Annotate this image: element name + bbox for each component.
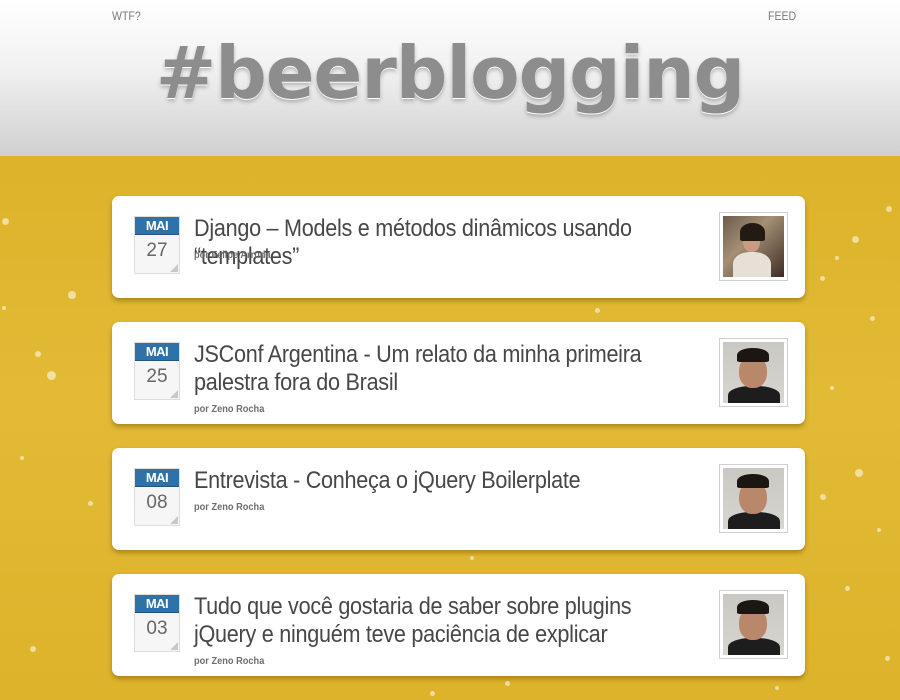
date-month: MAI: [135, 469, 179, 487]
shirt-shape: [728, 512, 780, 529]
page-fold-icon: [170, 264, 178, 272]
date-month: MAI: [135, 217, 179, 235]
date-day: 08: [146, 492, 168, 513]
bubble: [595, 308, 600, 313]
bubble: [470, 556, 474, 560]
post-author: por Zeno Rocha: [194, 655, 265, 667]
bubble: [430, 691, 435, 696]
date-badge: MAI 08: [134, 468, 180, 526]
date-badge: MAI 25: [134, 342, 180, 400]
post-author: por Felipe Arruda: [194, 249, 271, 261]
bubble: [820, 276, 825, 281]
date-month: MAI: [135, 343, 179, 361]
post-author: por Zeno Rocha: [194, 403, 265, 415]
page-fold-icon: [170, 516, 178, 524]
post-title-link[interactable]: Django – Models e métodos dinâmicos usan…: [194, 215, 671, 271]
author-photo-felipe-icon: [723, 216, 784, 277]
bubble: [35, 351, 41, 357]
author-photo-zeno-icon: [723, 594, 784, 655]
bubble: [820, 494, 826, 500]
bubble: [775, 686, 779, 690]
post-title-link[interactable]: Tudo que você gostaria de saber sobre pl…: [194, 593, 671, 649]
bubble: [877, 528, 881, 532]
post-title-link[interactable]: Entrevista - Conheça o jQuery Boilerplat…: [194, 467, 671, 495]
site-title[interactable]: #beerblogging: [0, 28, 900, 118]
bubble: [885, 656, 890, 661]
hair-shape: [737, 600, 769, 614]
author-photo-zeno-icon: [723, 342, 784, 403]
hair-shape: [740, 223, 765, 241]
author-avatar[interactable]: [719, 212, 788, 281]
post-author: por Zeno Rocha: [194, 501, 265, 513]
hair-shape: [737, 474, 769, 488]
author-photo-zeno-icon: [723, 468, 784, 529]
bubble: [88, 501, 93, 506]
bubble: [870, 316, 875, 321]
date-day: 25: [146, 366, 168, 387]
bubble: [852, 236, 859, 243]
bubble: [830, 386, 834, 390]
bubble: [2, 306, 6, 310]
post-card[interactable]: MAI 03 Tudo que você gostaria de saber s…: [112, 574, 805, 676]
post-card[interactable]: MAI 27 Django – Models e métodos dinâmic…: [112, 196, 805, 298]
site-header: WTF? FEED #beerblogging: [0, 0, 900, 156]
bubble: [855, 469, 863, 477]
page-fold-icon: [170, 390, 178, 398]
bubble: [68, 291, 76, 299]
bubble: [2, 218, 9, 225]
page-fold-icon: [170, 642, 178, 650]
hair-shape: [737, 348, 769, 362]
date-day: 03: [146, 618, 168, 639]
date-day: 27: [146, 240, 168, 261]
shirt-shape: [728, 638, 780, 655]
feed-link[interactable]: FEED: [768, 9, 796, 23]
post-card[interactable]: MAI 08 Entrevista - Conheça o jQuery Boi…: [112, 448, 805, 550]
shirt-shape: [733, 252, 771, 277]
bubble: [505, 681, 510, 686]
wtf-link[interactable]: WTF?: [112, 9, 141, 23]
bubble: [47, 371, 56, 380]
date-badge: MAI 03: [134, 594, 180, 652]
shirt-shape: [728, 386, 780, 403]
bubble: [835, 256, 839, 260]
bubble: [30, 646, 36, 652]
post-title-link[interactable]: JSConf Argentina - Um relato da minha pr…: [194, 341, 671, 397]
date-badge: MAI 27: [134, 216, 180, 274]
author-avatar[interactable]: [719, 590, 788, 659]
author-avatar[interactable]: [719, 338, 788, 407]
post-card[interactable]: MAI 25 JSConf Argentina - Um relato da m…: [112, 322, 805, 424]
author-avatar[interactable]: [719, 464, 788, 533]
bubble: [20, 456, 24, 460]
bubble: [845, 586, 850, 591]
date-month: MAI: [135, 595, 179, 613]
bubble: [886, 206, 892, 212]
